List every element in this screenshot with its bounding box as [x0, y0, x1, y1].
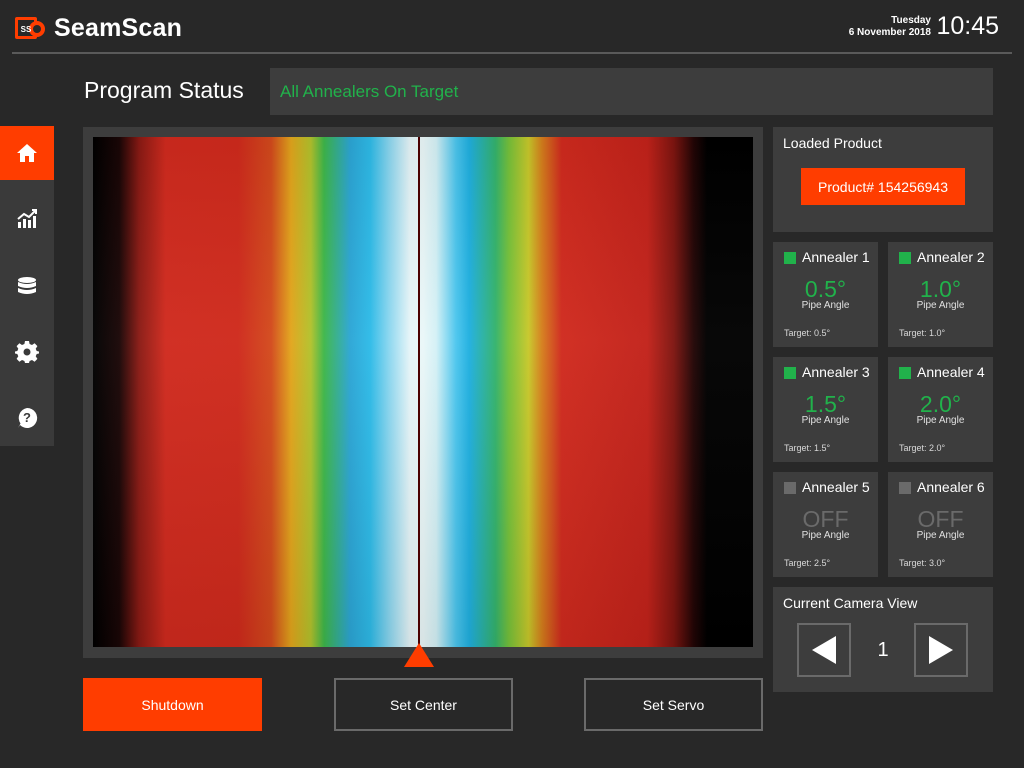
status-indicator [899, 367, 911, 379]
status-bar: All Annealers On Target [270, 68, 993, 115]
annealer-card-4[interactable]: Annealer 4 2.0° Pipe Angle Target: 2.0° [888, 357, 993, 462]
status-message: All Annealers On Target [280, 82, 459, 101]
home-icon [17, 144, 37, 162]
date-label: 6 November 2018 [848, 27, 931, 38]
annealer-card-1[interactable]: Annealer 1 0.5° Pipe Angle Target: 0.5° [773, 242, 878, 347]
pipe-angle-label: Pipe Angle [801, 415, 850, 426]
sidebar: ? [0, 126, 54, 446]
target-label: Target: 2.5° [784, 558, 831, 568]
annealer-card-6[interactable]: Annealer 6 OFF Pipe Angle Target: 3.0° [888, 472, 993, 577]
product-button[interactable]: Product# 154256943 [801, 168, 965, 205]
pipe-angle-value: 2.0° [919, 391, 962, 417]
camera-view-title: Current Camera View [783, 595, 918, 611]
target-label: Target: 3.0° [899, 558, 946, 568]
program-status-label: Program Status [84, 77, 244, 103]
arrow-right-icon [929, 636, 953, 664]
pipe-angle-value: 0.5° [804, 276, 847, 302]
set-servo-button[interactable]: Set Servo [584, 678, 763, 731]
annealer-name: Annealer 4 [917, 364, 985, 380]
target-label: Target: 1.5° [784, 443, 831, 453]
status-indicator [899, 482, 911, 494]
clock: 10:45 [936, 12, 999, 40]
database-icon [18, 277, 36, 294]
status-indicator [784, 367, 796, 379]
chart-icon [17, 209, 37, 228]
pipe-angle-label: Pipe Angle [916, 415, 965, 426]
loaded-product-panel: Loaded Product Product# 154256943 [773, 127, 993, 232]
arrow-left-icon [812, 636, 836, 664]
pipe-angle-label: Pipe Angle [801, 530, 850, 541]
svg-text:?: ? [23, 410, 31, 425]
app-title: SeamScan [54, 14, 183, 42]
target-label: Target: 2.0° [899, 443, 946, 453]
annealer-name: Annealer 2 [917, 249, 985, 265]
annealer-name: Annealer 3 [802, 364, 870, 380]
nav-database[interactable] [0, 260, 54, 314]
target-label: Target: 1.0° [899, 328, 946, 338]
seamscan-logo-icon: SS [15, 17, 45, 39]
center-line [418, 137, 420, 649]
nav-home[interactable] [0, 126, 54, 180]
nav-analytics[interactable] [0, 192, 54, 246]
annealer-card-5[interactable]: Annealer 5 OFF Pipe Angle Target: 2.5° [773, 472, 878, 577]
header: SS SeamScan Tuesday 6 November 2018 10:4… [0, 0, 1024, 52]
target-label: Target: 0.5° [784, 328, 831, 338]
header-divider [12, 52, 1012, 54]
camera-overlay [93, 137, 753, 647]
nav-settings[interactable] [0, 325, 54, 379]
center-marker-icon[interactable] [404, 643, 434, 667]
help-icon: ? [18, 407, 38, 428]
status-indicator [784, 482, 796, 494]
day-label: Tuesday [891, 15, 931, 26]
status-indicator [784, 252, 796, 264]
pipe-angle-value: 1.0° [919, 276, 962, 302]
date-block: Tuesday 6 November 2018 [849, 15, 931, 39]
loaded-product-title: Loaded Product [783, 135, 882, 151]
set-center-button[interactable]: Set Center [334, 678, 513, 731]
nav-help[interactable]: ? [0, 391, 54, 445]
next-camera-button[interactable] [914, 623, 968, 677]
annealer-card-2[interactable]: Annealer 2 1.0° Pipe Angle Target: 1.0° [888, 242, 993, 347]
pipe-angle-label: Pipe Angle [916, 530, 965, 541]
pipe-angle-value: OFF [917, 506, 964, 532]
annealer-name: Annealer 5 [802, 479, 870, 495]
logo-text: SS [21, 25, 32, 34]
annealer-name: Annealer 1 [802, 249, 870, 265]
gear-icon [15, 341, 39, 363]
shutdown-button[interactable]: Shutdown [83, 678, 262, 731]
pipe-angle-label: Pipe Angle [801, 300, 850, 311]
previous-camera-button[interactable] [797, 623, 851, 677]
camera-view-panel: Current Camera View 1 [773, 587, 993, 692]
annealer-name: Annealer 6 [917, 479, 985, 495]
pipe-angle-value: 1.5° [804, 391, 847, 417]
annealer-card-3[interactable]: Annealer 3 1.5° Pipe Angle Target: 1.5° [773, 357, 878, 462]
camera-frame [83, 127, 763, 658]
status-indicator [899, 252, 911, 264]
pipe-angle-label: Pipe Angle [916, 300, 965, 311]
pipe-angle-value: OFF [802, 506, 849, 532]
camera-view-number: 1 [877, 639, 889, 661]
